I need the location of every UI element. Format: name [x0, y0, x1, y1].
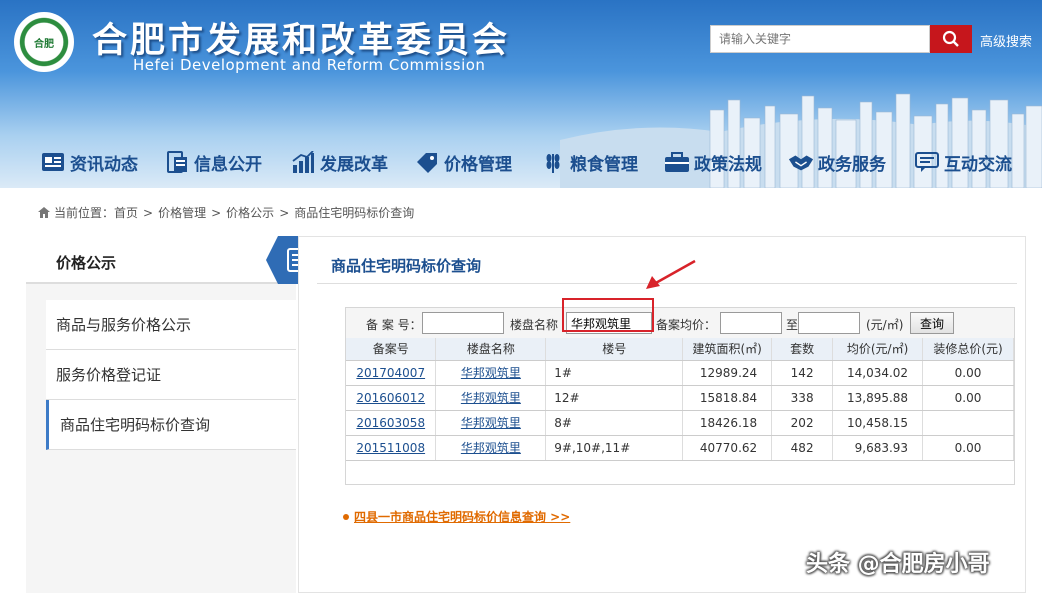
decoration-price-cell: 0.00	[922, 385, 1014, 411]
record-no-link[interactable]: 201603058	[356, 416, 425, 430]
breadcrumb-current: 商品住宅明码标价查询	[294, 206, 415, 220]
nav-item-price[interactable]: 价格管理	[414, 140, 512, 184]
table-header-row: 备案号 楼盘名称 楼号 建筑面积(㎡) 套数 均价(元/㎡) 装修总价(元)	[346, 338, 1014, 361]
sidebar-item-service-price-cert[interactable]: 服务价格登记证	[46, 350, 296, 400]
avg-price-from-input[interactable]	[720, 312, 782, 334]
record-no-input[interactable]	[422, 312, 504, 334]
unit-label: (元/㎡)	[866, 318, 904, 332]
building-no-cell: 8#	[545, 410, 684, 436]
floor-area-cell: 40770.62	[682, 435, 773, 461]
floor-area-cell: 18426.18	[682, 410, 773, 436]
col-project-name: 楼盘名称	[435, 338, 547, 361]
bar-chart-icon	[290, 149, 316, 175]
advanced-search-link[interactable]: 高级搜索	[980, 31, 1032, 50]
main-nav: 资讯动态 信息公开 发展改革 价格管理 粮食管理 政策法规 政务服务 互动交流	[0, 140, 1042, 184]
record-no-link[interactable]: 201704007	[356, 366, 425, 380]
chat-icon	[914, 149, 940, 175]
col-avg-price: 均价(元/㎡)	[832, 338, 924, 361]
news-icon	[40, 149, 66, 175]
price-tag-icon	[414, 149, 440, 175]
annotation-arrow-icon	[646, 259, 696, 289]
avg-price-label: 备案均价：	[656, 318, 717, 332]
annotation-highlight-box	[562, 298, 654, 332]
search-input[interactable]	[710, 25, 930, 53]
project-name-link[interactable]: 华邦观筑里	[461, 416, 521, 430]
site-header: 合肥 合肥市发展和改革委员会 Hefei Development and Ref…	[0, 0, 1042, 188]
decoration-price-cell: 0.00	[922, 360, 1014, 386]
sidebar: 价格公示 商品与服务价格公示 服务价格登记证 商品住宅明码标价查询	[26, 236, 322, 593]
results-table: 备案号 楼盘名称 楼号 建筑面积(㎡) 套数 均价(元/㎡) 装修总价(元) 2…	[346, 338, 1014, 461]
avg-price-cell: 13,895.88	[832, 385, 924, 411]
breadcrumb-price-publicity[interactable]: 价格公示	[226, 204, 274, 221]
table-row: 201511008 华邦观筑里 9#,10#,11# 40770.62 482 …	[346, 435, 1014, 461]
breadcrumb: 当前位置： 首页 > 价格管理 > 价格公示 > 商品住宅明码标价查询	[38, 204, 414, 221]
nav-item-news[interactable]: 资讯动态	[40, 140, 138, 184]
page-title: 商品住宅明码标价查询	[331, 257, 482, 275]
nav-item-interaction[interactable]: 互动交流	[914, 140, 1012, 184]
unit-count-cell: 142	[771, 360, 834, 386]
watermark: 头条 @合肥房小哥	[806, 552, 990, 577]
col-unit-count: 套数	[771, 338, 834, 361]
logo[interactable]: 合肥	[14, 12, 74, 72]
decoration-price-cell: 0.00	[922, 435, 1014, 461]
building-no-cell: 9#,10#,11#	[545, 435, 684, 461]
floor-area-cell: 15818.84	[682, 385, 773, 411]
query-form: 备 案 号： 楼盘名称 备案均价： 至 (元/㎡) 查询	[346, 308, 1014, 338]
building-no-cell: 1#	[545, 360, 684, 386]
floor-area-cell: 12989.24	[682, 360, 773, 386]
unit-count-cell: 202	[771, 410, 834, 436]
handshake-icon	[788, 149, 814, 175]
project-name-link[interactable]: 华邦观筑里	[461, 366, 521, 380]
query-button[interactable]: 查询	[910, 312, 954, 334]
document-icon	[164, 149, 190, 175]
wheat-icon	[540, 149, 566, 175]
col-building-no: 楼号	[545, 338, 684, 361]
table-row: 201606012 华邦观筑里 12# 15818.84 338 13,895.…	[346, 385, 1014, 411]
col-floor-area: 建筑面积(㎡)	[682, 338, 773, 361]
bullet-icon	[343, 513, 349, 520]
project-name-label: 楼盘名称	[510, 318, 559, 332]
nav-item-policy[interactable]: 政策法规	[664, 140, 762, 184]
avg-price-cell: 10,458.15	[832, 410, 924, 436]
breadcrumb-price-management[interactable]: 价格管理	[158, 204, 206, 221]
site-subtitle: Hefei Development and Reform Commission	[133, 56, 486, 74]
sidebar-item-goods-services-price[interactable]: 商品与服务价格公示	[46, 300, 296, 350]
breadcrumb-prefix: 当前位置：	[54, 206, 115, 220]
briefcase-icon	[664, 149, 690, 175]
unit-count-cell: 338	[771, 385, 834, 411]
sidebar-item-housing-price-query[interactable]: 商品住宅明码标价查询	[46, 400, 296, 450]
nav-item-grain[interactable]: 粮食管理	[540, 140, 638, 184]
search-icon	[942, 30, 959, 47]
project-name-link[interactable]: 华邦观筑里	[461, 441, 521, 455]
project-name-link[interactable]: 华邦观筑里	[461, 391, 521, 405]
breadcrumb-home[interactable]: 首页	[114, 204, 138, 221]
sidebar-title: 价格公示	[56, 254, 117, 272]
building-no-cell: 12#	[545, 385, 684, 411]
to-label: 至	[786, 318, 799, 332]
county-housing-query-link[interactable]: 四县一市商品住宅明码标价信息查询 >>	[343, 508, 570, 525]
record-no-link[interactable]: 201606012	[356, 391, 425, 405]
col-decoration-price: 装修总价(元)	[922, 338, 1014, 361]
avg-price-cell: 9,683.93	[832, 435, 924, 461]
avg-price-cell: 14,034.02	[832, 360, 924, 386]
record-no-label: 备 案 号：	[366, 318, 422, 332]
sidebar-header: 价格公示	[26, 236, 322, 284]
query-box: 备 案 号： 楼盘名称 备案均价： 至 (元/㎡) 查询 备案号 楼盘名称 楼号…	[345, 307, 1015, 485]
nav-item-development[interactable]: 发展改革	[290, 140, 388, 184]
search-button[interactable]	[930, 25, 972, 53]
table-row: 201704007 华邦观筑里 1# 12989.24 142 14,034.0…	[346, 360, 1014, 386]
nav-item-info[interactable]: 信息公开	[164, 140, 262, 184]
home-icon	[38, 207, 50, 218]
nav-item-service[interactable]: 政务服务	[788, 140, 886, 184]
table-row: 201603058 华邦观筑里 8# 18426.18 202 10,458.1…	[346, 410, 1014, 436]
avg-price-to-input[interactable]	[798, 312, 860, 334]
decoration-price-cell	[922, 410, 1014, 436]
unit-count-cell: 482	[771, 435, 834, 461]
col-record-no: 备案号	[346, 338, 437, 361]
record-no-link[interactable]: 201511008	[356, 441, 425, 455]
